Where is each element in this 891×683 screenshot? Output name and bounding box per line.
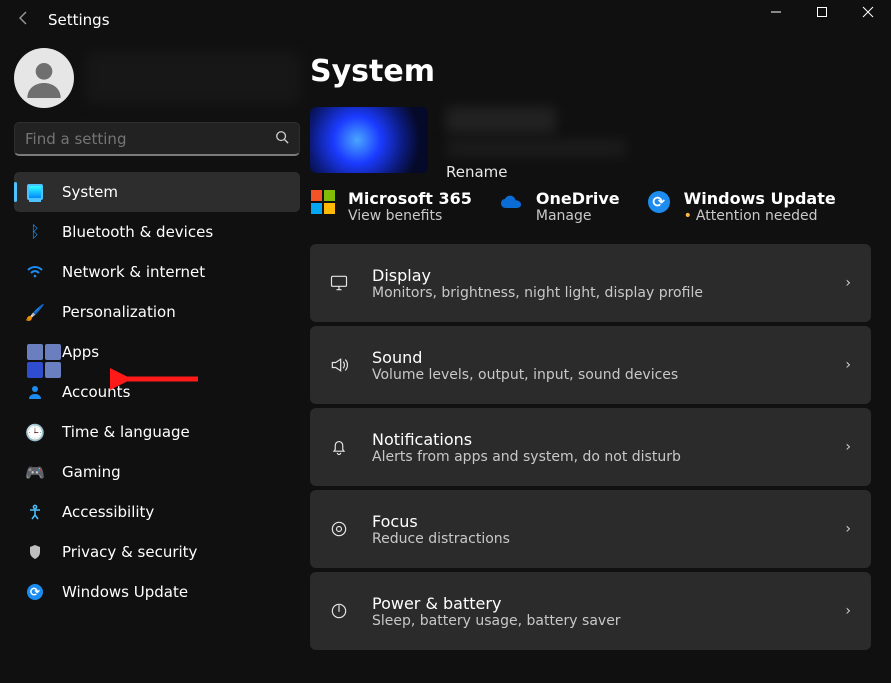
row-title: Power & battery [372,594,825,613]
sidebar-item-label: System [62,183,118,201]
sidebar-item-label: Apps [62,343,99,361]
row-power-battery[interactable]: Power & battery Sleep, battery usage, ba… [310,572,871,650]
profile-block[interactable] [14,48,300,108]
row-title: Focus [372,512,825,531]
row-title: Notifications [372,430,825,449]
row-sub: Sleep, battery usage, battery saver [372,613,825,629]
sound-icon [326,355,352,375]
chevron-right-icon: › [845,357,851,373]
cloud-sub: View benefits [348,208,472,224]
sidebar-item-label: Bluetooth & devices [62,223,213,241]
row-sub: Reduce distractions [372,531,825,547]
cloud-sub: •Attention needed [684,208,836,224]
sidebar-item-label: Time & language [62,423,190,441]
chevron-right-icon: › [845,603,851,619]
apps-icon [26,344,44,360]
wifi-icon [26,264,44,280]
row-title: Display [372,266,825,285]
sidebar: System ᛒ Bluetooth & devices Network & i… [0,40,310,683]
accessibility-icon [26,504,44,520]
microsoft-365-tile[interactable]: Microsoft 365 View benefits [310,189,472,224]
chevron-right-icon: › [845,439,851,455]
paintbrush-icon: 🖌️ [26,303,44,322]
device-model-redacted [446,139,626,157]
gamepad-icon: 🎮 [26,463,44,482]
cloud-title: Microsoft 365 [348,189,472,208]
update-icon: ⟳ [646,189,672,215]
chevron-right-icon: › [845,521,851,537]
sidebar-item-label: Accounts [62,383,130,401]
power-icon [326,601,352,621]
sidebar-item-bluetooth[interactable]: ᛒ Bluetooth & devices [14,212,300,252]
sidebar-item-privacy[interactable]: Privacy & security [14,532,300,572]
windows-update-tile[interactable]: ⟳ Windows Update •Attention needed [646,189,836,224]
back-button[interactable] [8,10,40,31]
row-sub: Volume levels, output, input, sound devi… [372,367,825,383]
display-icon [326,273,352,293]
row-notifications[interactable]: Notifications Alerts from apps and syste… [310,408,871,486]
sidebar-item-accessibility[interactable]: Accessibility [14,492,300,532]
sidebar-item-label: Accessibility [62,503,154,521]
sidebar-item-windows-update[interactable]: ⟳ Windows Update [14,572,300,612]
row-sub: Monitors, brightness, night light, displ… [372,285,825,301]
onedrive-tile[interactable]: OneDrive Manage [498,189,620,224]
maximize-button[interactable] [799,0,845,40]
chevron-right-icon: › [845,275,851,291]
row-title: Sound [372,348,825,367]
cloud-title: Windows Update [684,189,836,208]
search-input[interactable] [25,130,275,148]
cloud-status-row: Microsoft 365 View benefits OneDrive Man… [310,189,871,224]
window-title: Settings [48,11,753,29]
monitor-icon [26,184,44,200]
sidebar-item-apps[interactable]: Apps [14,332,300,372]
person-icon [26,384,44,400]
row-focus[interactable]: Focus Reduce distractions › [310,490,871,568]
row-display[interactable]: Display Monitors, brightness, night ligh… [310,244,871,322]
close-button[interactable] [845,0,891,40]
profile-name-redacted [86,52,300,104]
avatar [14,48,74,108]
sidebar-item-time-language[interactable]: 🕒 Time & language [14,412,300,452]
main-pane: System Rename Microsoft 365 View benefit… [310,40,891,683]
rename-link[interactable]: Rename [446,163,626,181]
sidebar-item-label: Windows Update [62,583,188,601]
device-name-redacted [446,107,556,133]
sidebar-item-label: Privacy & security [62,543,197,561]
sidebar-item-label: Network & internet [62,263,205,281]
sidebar-item-gaming[interactable]: 🎮 Gaming [14,452,300,492]
cloud-sub: Manage [536,208,620,224]
search-icon [275,130,289,148]
desktop-preview[interactable] [310,107,428,173]
clock-globe-icon: 🕒 [26,423,44,442]
sidebar-item-accounts[interactable]: Accounts [14,372,300,412]
bluetooth-icon: ᛒ [26,224,44,240]
sidebar-item-label: Gaming [62,463,121,481]
sidebar-item-system[interactable]: System [14,172,300,212]
titlebar: Settings [0,0,891,40]
microsoft-logo-icon [310,189,336,215]
settings-list: Display Monitors, brightness, night ligh… [310,244,871,650]
update-icon: ⟳ [26,584,44,600]
onedrive-icon [498,189,524,215]
row-sound[interactable]: Sound Volume levels, output, input, soun… [310,326,871,404]
attention-dot-icon: • [684,208,692,224]
caption-buttons [753,0,891,40]
device-info: Rename [310,107,871,181]
focus-icon [326,519,352,539]
sidebar-item-network[interactable]: Network & internet [14,252,300,292]
search-box[interactable] [14,122,300,156]
sidebar-item-personalization[interactable]: 🖌️ Personalization [14,292,300,332]
shield-icon [26,544,44,560]
sidebar-item-label: Personalization [62,303,176,321]
row-sub: Alerts from apps and system, do not dist… [372,449,825,465]
cloud-title: OneDrive [536,189,620,208]
bell-icon [326,437,352,457]
page-title: System [310,54,871,89]
minimize-button[interactable] [753,0,799,40]
